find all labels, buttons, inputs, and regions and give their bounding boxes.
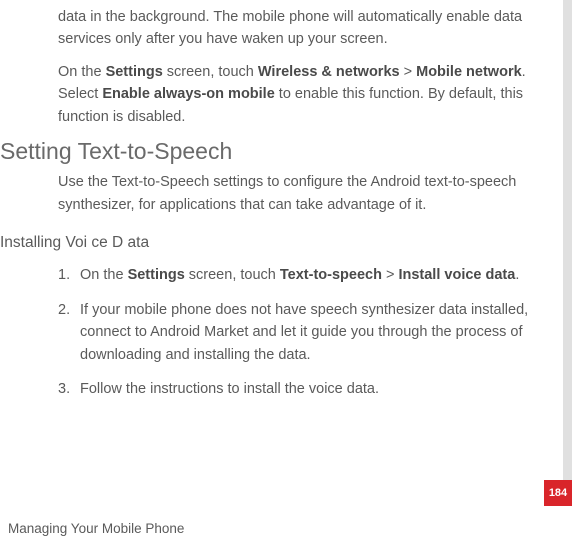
heading-text-to-speech: Setting Text-to-Speech — [0, 138, 532, 165]
step-2: If your mobile phone does not have speec… — [58, 299, 532, 366]
settings-label: Settings — [106, 64, 163, 80]
text: screen, touch — [163, 64, 258, 80]
enable-always-on-label: Enable always-on mobile — [102, 86, 274, 102]
page-number: 184 — [549, 487, 567, 499]
intro-para-2: On the Settings screen, touch Wireless &… — [58, 61, 532, 128]
text: screen, touch — [185, 267, 280, 283]
text: On the — [58, 64, 106, 80]
page-number-tab: 184 — [544, 480, 572, 506]
footer-text: Managing Your Mobile Phone — [8, 521, 184, 536]
steps-list: On the Settings screen, touch Text-to-sp… — [58, 264, 532, 400]
tts-description: Use the Text-to-Speech settings to confi… — [58, 171, 532, 216]
step-1: On the Settings screen, touch Text-to-sp… — [58, 264, 532, 286]
text: > — [400, 64, 417, 80]
text: On the — [80, 267, 128, 283]
install-voice-data-label: Install voice data — [398, 267, 515, 283]
heading-installing-voice-data: Installing Voi ce D ata — [0, 234, 532, 252]
settings-label: Settings — [128, 267, 185, 283]
intro-para-1: data in the background. The mobile phone… — [58, 6, 532, 51]
mobile-network-label: Mobile network — [416, 64, 522, 80]
page-content: data in the background. The mobile phone… — [0, 0, 572, 546]
wireless-networks-label: Wireless & networks — [258, 64, 400, 80]
step-3: Follow the instructions to install the v… — [58, 378, 532, 400]
text: . — [515, 267, 519, 283]
text-to-speech-label: Text-to-speech — [280, 267, 382, 283]
text: > — [382, 267, 399, 283]
intro-block: data in the background. The mobile phone… — [58, 6, 532, 128]
